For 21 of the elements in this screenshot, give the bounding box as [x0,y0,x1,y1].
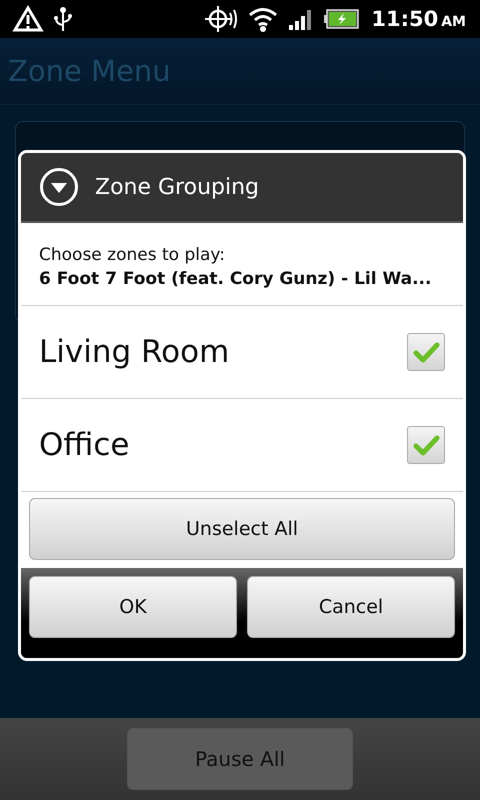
zone-row[interactable]: Office [21,399,463,492]
wifi-icon [247,6,280,32]
clock-ampm: AM [441,14,466,30]
track-title: 6 Foot 7 Foot (feat. Cory Gunz) - Lil Wa... [39,269,432,289]
clock-time: 11:50 [371,7,438,31]
prompt-text: Choose zones to play: [39,245,226,265]
warning-icon [12,5,44,33]
checkbox[interactable] [407,426,445,464]
cancel-button[interactable]: Cancel [247,576,455,638]
gps-icon [203,4,240,34]
ok-button[interactable]: OK [29,576,237,638]
screen-title: Zone Menu [8,54,171,88]
checkbox[interactable] [407,333,445,371]
zone-row[interactable]: Living Room [21,306,463,399]
dialog-title: Zone Grouping [95,174,260,200]
unselect-all-button[interactable]: Unselect All [29,498,455,560]
zone-name: Office [39,427,130,463]
usb-icon [52,5,74,33]
battery-icon [323,8,360,30]
zone-name: Living Room [39,334,230,370]
dropdown-icon [39,167,79,207]
